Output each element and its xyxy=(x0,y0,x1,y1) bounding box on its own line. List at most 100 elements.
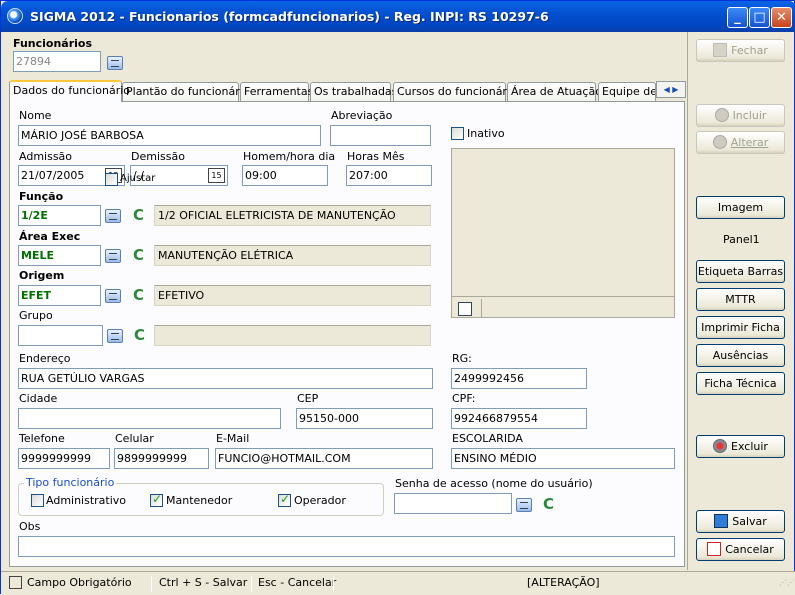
close-button[interactable]: ✕ xyxy=(771,7,792,28)
incluir-button[interactable]: Incluir xyxy=(696,104,785,127)
lookup-icon[interactable] xyxy=(107,329,123,343)
area-code-field[interactable]: MELE xyxy=(18,245,101,266)
origem-label: Origem xyxy=(19,269,65,282)
photo-divider xyxy=(452,296,674,297)
ficha-tecnica-button[interactable]: Ficha Técnica xyxy=(696,372,785,395)
tab-equipe[interactable]: Equipe de xyxy=(598,82,656,101)
telefone-label: Telefone xyxy=(19,432,65,445)
campo-obrigatorio-label: Campo Obrigatório xyxy=(27,576,132,589)
chevron-left-icon[interactable]: ◀ xyxy=(664,85,670,94)
toolbar-separator xyxy=(481,299,482,317)
operador-checkbox[interactable] xyxy=(278,492,291,507)
senha-label: Senha de acesso (nome do usuário) xyxy=(395,477,593,490)
cancelar-label: Cancelar xyxy=(725,543,774,556)
rotate-image-icon[interactable] xyxy=(458,302,472,316)
photo-panel: Ajustar xyxy=(105,148,675,318)
chevron-right-icon[interactable]: ▶ xyxy=(672,85,678,94)
cpf-label: CPF: xyxy=(452,392,476,405)
obs-field[interactable] xyxy=(18,536,675,557)
excluir-button[interactable]: Excluir xyxy=(696,435,785,458)
endereco-field[interactable]: RUA GETÚLIO VARGAS xyxy=(18,368,433,389)
status-separator xyxy=(333,576,334,592)
grupo-code-field[interactable] xyxy=(18,325,103,346)
tab-scroll-arrows[interactable]: ◀ ▶ xyxy=(656,81,686,98)
salvar-hint: Ctrl + S - Salvar xyxy=(159,576,248,589)
delete-icon xyxy=(713,439,728,453)
celular-field[interactable]: 9899999999 xyxy=(114,448,209,469)
clear-grupo-button[interactable]: C xyxy=(134,326,145,344)
sidebar-divider xyxy=(687,32,688,570)
email-label: E-Mail xyxy=(216,432,250,445)
cidade-field[interactable] xyxy=(18,408,281,429)
administrativo-label: Administrativo xyxy=(46,494,127,507)
app-icon xyxy=(7,8,23,24)
required-field-swatch xyxy=(9,576,22,589)
salvar-button[interactable]: Salvar xyxy=(696,510,785,533)
origem-code-field[interactable]: EFET xyxy=(18,285,101,306)
cancelar-hint: Esc - Cancelar xyxy=(258,576,337,589)
escolaridade-field[interactable]: ENSINO MÉDIO xyxy=(451,448,675,469)
homem-hora-field[interactable]: 09:00 xyxy=(242,165,328,186)
lookup-icon[interactable] xyxy=(105,249,121,263)
cep-field[interactable]: 95150-000 xyxy=(296,408,433,429)
main-window: SIGMA 2012 - Funcionarios (formcadfuncio… xyxy=(0,0,795,595)
imprimir-ficha-button[interactable]: Imprimir Ficha xyxy=(696,316,785,339)
clear-origem-button[interactable]: C xyxy=(133,286,144,304)
horas-mes-field[interactable]: 207:00 xyxy=(346,165,432,186)
minimize-button[interactable]: _ xyxy=(727,7,748,28)
lookup-icon[interactable] xyxy=(105,289,121,303)
window-title: SIGMA 2012 - Funcionarios (formcadfuncio… xyxy=(30,9,549,24)
lookup-icon[interactable] xyxy=(107,56,123,70)
clear-area-button[interactable]: C xyxy=(133,246,144,264)
inativo-checkbox[interactable] xyxy=(451,127,464,140)
funcionario-code-field[interactable]: 27894 xyxy=(13,51,101,72)
cpf-field[interactable]: 992466879554 xyxy=(451,408,587,429)
calendar-icon[interactable]: 15 xyxy=(208,168,225,183)
abreviacao-label: Abreviação xyxy=(331,109,393,122)
panel1-label: Panel1 xyxy=(723,233,760,246)
administrativo-checkbox[interactable] xyxy=(31,494,44,507)
rg-field[interactable]: 2499992456 xyxy=(451,368,587,389)
maximize-button[interactable]: □ xyxy=(749,7,770,28)
alterar-button[interactable]: Alterar xyxy=(696,131,785,154)
tab-ferramentas[interactable]: Ferramentas xyxy=(240,82,313,101)
area-exec-label: Área Exec xyxy=(19,230,81,243)
nome-field[interactable]: MÁRIO JOSÉ BARBOSA xyxy=(18,125,321,146)
fechar-button[interactable]: Fechar xyxy=(696,39,785,62)
ajustar-checkbox[interactable] xyxy=(105,173,118,186)
tab-cursos[interactable]: Cursos do funcionário xyxy=(393,82,517,101)
ajustar-label: Ajustar xyxy=(120,173,156,184)
minimize-icon: _ xyxy=(734,10,741,25)
abreviacao-field[interactable] xyxy=(330,125,431,146)
inativo-label: Inativo xyxy=(467,127,505,140)
homem-hora-label: Homem/hora dia xyxy=(243,150,336,163)
clear-senha-button[interactable]: C xyxy=(543,495,554,513)
mantenedor-checkbox[interactable] xyxy=(150,492,163,507)
excluir-label: Excluir xyxy=(731,440,768,453)
cancelar-button[interactable]: Cancelar xyxy=(696,538,785,561)
endereco-label: Endereço xyxy=(19,352,71,365)
etiqueta-barras-button[interactable]: Etiqueta Barras xyxy=(696,260,785,283)
title-bar[interactable]: SIGMA 2012 - Funcionarios (formcadfuncio… xyxy=(1,1,795,32)
tab-os-trabalhadas[interactable]: Os trabalhadas xyxy=(310,82,397,101)
resize-grip-icon[interactable]: ⋰⋰ xyxy=(779,579,795,592)
lookup-icon[interactable] xyxy=(105,209,121,223)
tab-area-atuacao[interactable]: Área de Atuação xyxy=(507,82,602,101)
tab-plantao[interactable]: Plantão do funcionário xyxy=(122,82,250,101)
imagem-button[interactable]: Imagem xyxy=(696,196,785,219)
tab-dados[interactable]: Dados do funcionário xyxy=(9,80,130,102)
senha-field[interactable] xyxy=(394,493,512,514)
lookup-icon[interactable] xyxy=(516,498,532,512)
status-separator xyxy=(251,576,252,592)
horas-mes-label: Horas Mês xyxy=(347,150,405,163)
admissao-value: 21/07/2005 xyxy=(21,169,85,182)
clear-funcao-button[interactable]: C xyxy=(133,206,144,224)
mttr-button[interactable]: MTTR xyxy=(696,288,785,311)
ausencias-button[interactable]: Ausências xyxy=(696,344,785,367)
escolaridade-label: ESCOLARIDA xyxy=(452,432,523,445)
email-field[interactable]: FUNCIO@HOTMAIL.COM xyxy=(215,448,433,469)
mantenedor-label: Mantenedor xyxy=(166,494,233,507)
funcao-code-field[interactable]: 1/2E xyxy=(18,205,101,226)
rg-label: RG: xyxy=(452,352,472,365)
telefone-field[interactable]: 9999999999 xyxy=(18,448,110,469)
